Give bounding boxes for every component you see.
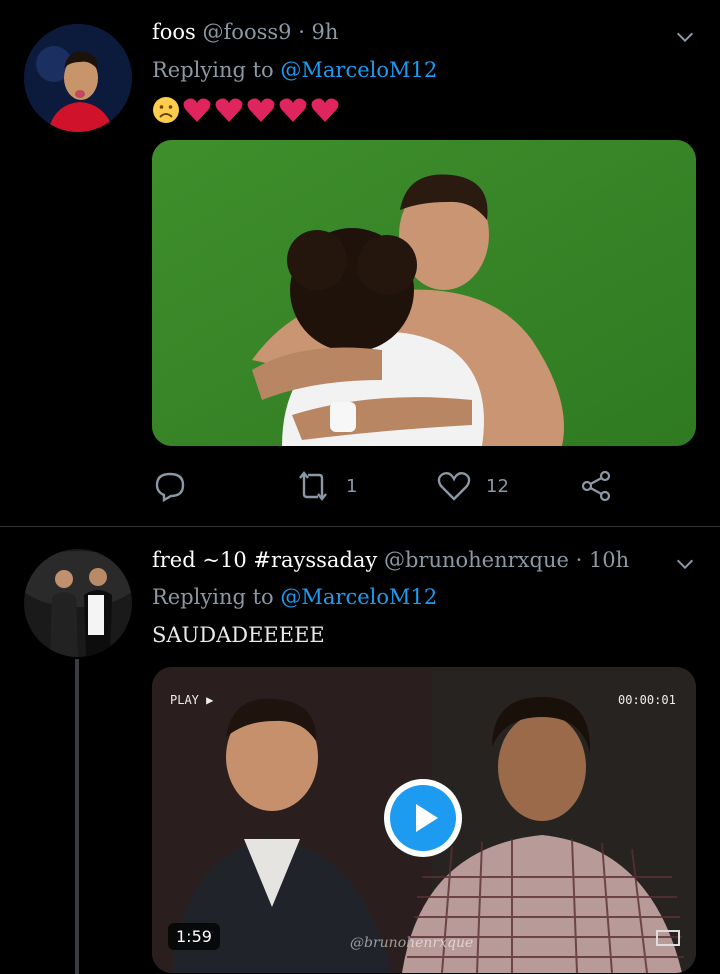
reply-icon (155, 472, 185, 503)
tweet-text: SAUDADEEEEE (152, 623, 325, 647)
tweet-1[interactable]: foos @fooss9 · 9h Replying to @MarceloM1… (0, 0, 720, 526)
video-play-button[interactable] (384, 779, 462, 857)
mention-link[interactable]: @MarceloM12 (280, 58, 437, 82)
retweet-icon (299, 471, 327, 501)
display-name[interactable]: fred ~10 #rayssaday (152, 548, 377, 572)
heart-emoji (183, 98, 211, 122)
video-timecode: 00:00:01 (618, 693, 676, 707)
heart-emoji (311, 98, 339, 122)
handle[interactable]: @fooss9 (203, 20, 292, 44)
play-icon (416, 804, 438, 832)
share-button[interactable] (578, 468, 614, 504)
tweet-header: fred ~10 #rayssaday @brunohenrxque · 10h (152, 548, 629, 572)
frowning-face-emoji (153, 97, 179, 123)
thread-line (75, 659, 79, 974)
heart-emoji (279, 98, 307, 122)
tweet-photo[interactable] (152, 140, 696, 446)
video-play-label: PLAY ▶ (170, 693, 214, 707)
like-count: 12 (486, 475, 509, 497)
video-duration: 1:59 (168, 923, 220, 950)
replying-to: Replying to @MarceloM12 (152, 58, 437, 82)
timestamp[interactable]: · 10h (576, 548, 630, 572)
display-name[interactable]: foos (152, 20, 196, 44)
replying-label: Replying to (152, 585, 274, 609)
tweet-2[interactable]: fred ~10 #rayssaday @brunohenrxque · 10h… (0, 527, 720, 974)
heart-outline-icon (437, 471, 471, 501)
chevron-down-icon[interactable] (674, 26, 696, 48)
tweet-text (152, 96, 340, 124)
timestamp[interactable]: · 9h (298, 20, 338, 44)
tweet-header: foos @fooss9 · 9h (152, 20, 338, 44)
avatar[interactable] (24, 549, 132, 657)
heart-emoji (215, 98, 243, 122)
handle[interactable]: @brunohenrxque (384, 548, 569, 572)
replying-label: Replying to (152, 58, 274, 82)
replying-to: Replying to @MarceloM12 (152, 585, 437, 609)
mention-link[interactable]: @MarceloM12 (280, 585, 437, 609)
reply-button[interactable] (152, 468, 188, 504)
avatar[interactable] (24, 24, 132, 132)
retweet-button[interactable]: 1 (294, 468, 357, 504)
heart-emoji (247, 98, 275, 122)
share-icon (581, 470, 611, 502)
chevron-down-icon[interactable] (674, 553, 696, 575)
like-button[interactable]: 12 (436, 468, 509, 504)
tweet-actions: 1 12 (152, 468, 632, 508)
retweet-count: 1 (346, 475, 358, 497)
video-watermark: @brunohenrxque (350, 935, 474, 951)
tweet-video[interactable]: PLAY ▶ 00:00:01 1:59 @brunohenrxque (152, 667, 696, 973)
